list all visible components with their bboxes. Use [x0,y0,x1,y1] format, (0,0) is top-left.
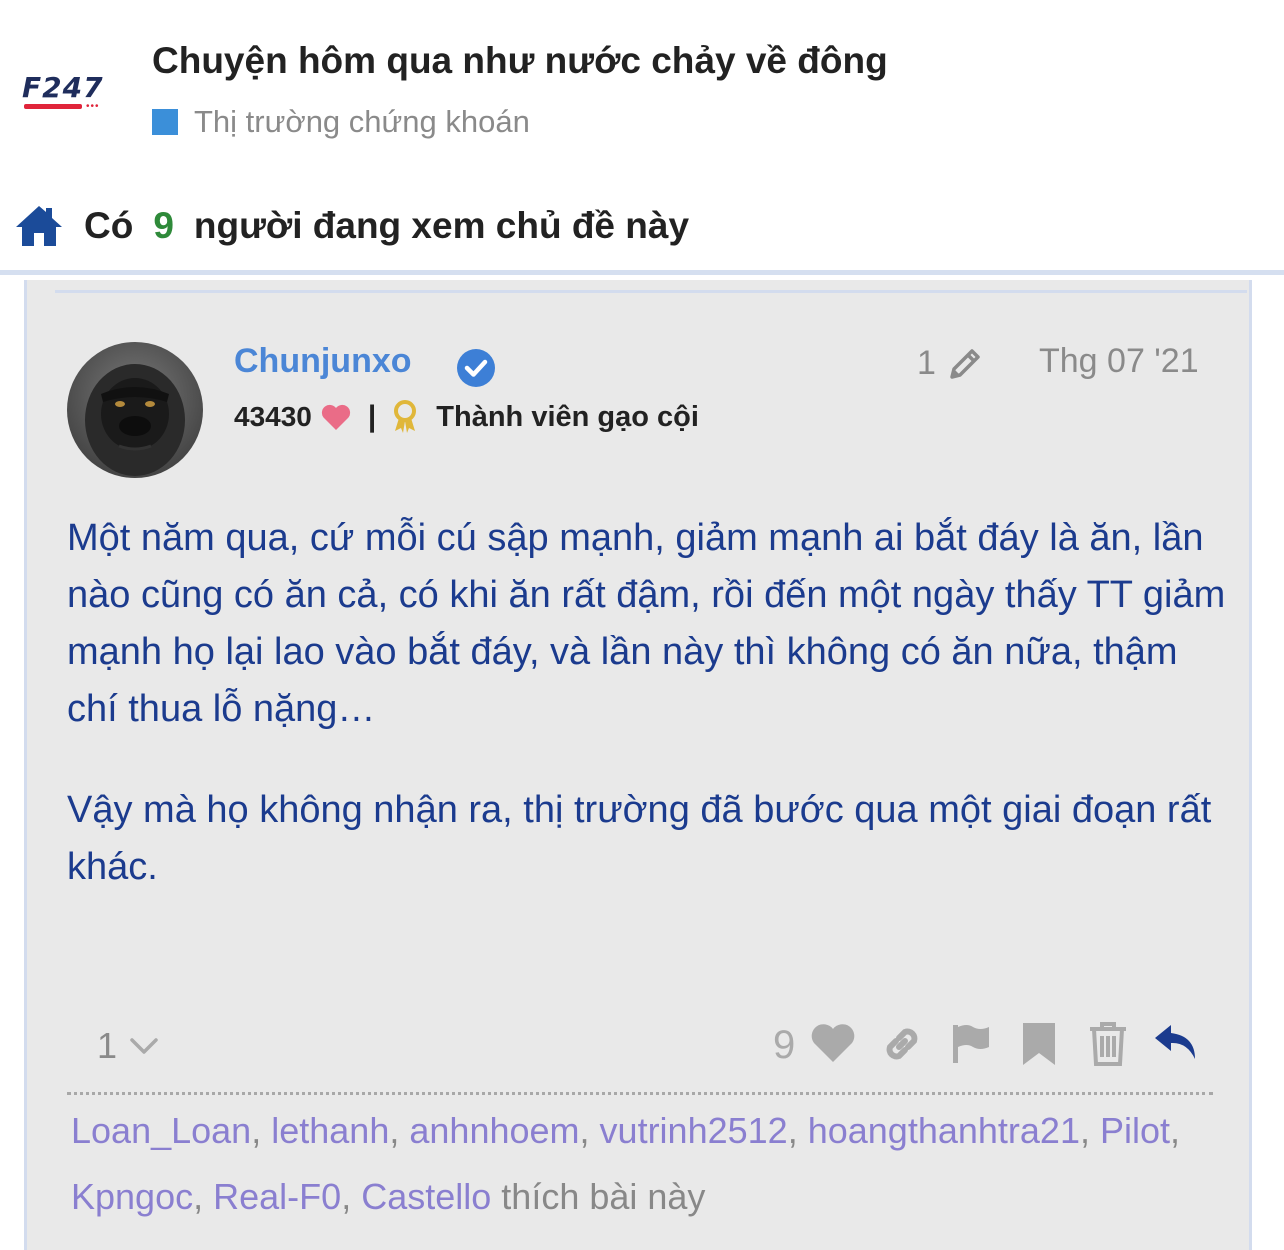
like-count[interactable]: 9 [773,1023,795,1068]
logo-underline [24,104,82,109]
likers-divider [67,1092,1213,1095]
liker-link[interactable]: lethanh [271,1110,389,1151]
post-date[interactable]: Thg 07 '21 [1039,342,1199,381]
liker-comma: , [341,1176,352,1217]
gorilla-avatar-image [67,342,203,478]
reply-count: 1 [97,1025,118,1066]
username[interactable]: Chunjunxo [234,342,412,381]
post-paragraph: Một năm qua, cứ mỗi cú sập mạnh, giảm mạ… [67,517,1226,730]
viewers-prefix: Có [84,205,134,246]
user-stats: 43430 | Thành viên gạo cội [234,400,699,434]
category-badge[interactable]: Thị trường chứng khoán [152,104,530,140]
liker-comma: , [1079,1110,1090,1151]
link-icon[interactable] [879,1021,925,1067]
pencil-icon [950,348,980,379]
header-divider [0,270,1284,275]
category-color-square [152,109,178,135]
reply-icon[interactable] [1151,1021,1201,1063]
liker-link[interactable]: Pilot [1100,1110,1170,1151]
post-body: Một năm qua, cứ mỗi cú sập mạnh, giảm mạ… [67,510,1227,940]
post-top-divider [55,290,1247,293]
award-badge-icon [394,400,417,433]
heart-icon[interactable] [809,1021,857,1065]
liker-comma: , [389,1110,400,1151]
category-label: Thị trường chứng khoán [194,104,530,139]
viewers-count: 9 [153,205,174,246]
liker-link[interactable]: vutrinh2512 [600,1110,788,1151]
post-paragraph: Vậy mà họ không nhận ra, thị trường đã b… [67,789,1212,888]
viewers-suffix: người đang xem chủ đề này [193,205,690,246]
viewers-banner: Có 9 người đang xem chủ đề này [14,196,689,256]
post-actions: 1 9 [67,1015,1217,1075]
heart-icon [321,404,350,430]
edit-count: 1 [917,344,936,382]
site-logo[interactable]: F247 ••• [22,74,122,114]
liker-comma: , [251,1110,262,1151]
liker-link[interactable]: Castello [361,1176,491,1217]
logo-text: F247 [22,71,104,104]
home-icon [16,206,62,246]
likers-suffix: thích bài này [501,1176,706,1217]
likes-received-count: 43430 [234,401,312,432]
chevron-down-icon [130,1038,158,1054]
logo-dots: ••• [86,101,100,112]
liker-comma: , [193,1176,204,1217]
post: Chunjunxo 43430 | Thành viên gạo cội 1 T… [24,280,1252,1250]
liker-comma: , [787,1110,798,1151]
topic-title[interactable]: Chuyện hôm qua như nước chảy về đông [152,40,888,82]
show-replies-button[interactable]: 1 [97,1025,159,1067]
edit-history-button[interactable]: 1 [917,344,984,383]
liker-link[interactable]: Real-F0 [213,1176,341,1217]
flag-icon[interactable] [949,1021,993,1065]
stats-separator: | [367,400,377,433]
liker-link[interactable]: Loan_Loan [71,1110,251,1151]
bookmark-icon[interactable] [1019,1021,1059,1067]
trash-icon[interactable] [1087,1021,1129,1067]
avatar[interactable] [67,342,203,478]
liker-link[interactable]: Kpngoc [71,1176,193,1217]
user-rank: Thành viên gạo cội [436,400,699,433]
topic-header: F247 ••• Chuyện hôm qua như nước chảy về… [0,0,1284,246]
liker-comma: , [1170,1110,1181,1151]
liker-comma: , [579,1110,590,1151]
likers-list: Loan_Loan, lethanh, anhnhoem, vutrinh251… [71,1098,1221,1230]
verified-check-icon [457,349,495,387]
liker-link[interactable]: hoangthanhtra21 [808,1110,1080,1151]
liker-link[interactable]: anhnhoem [409,1110,579,1151]
